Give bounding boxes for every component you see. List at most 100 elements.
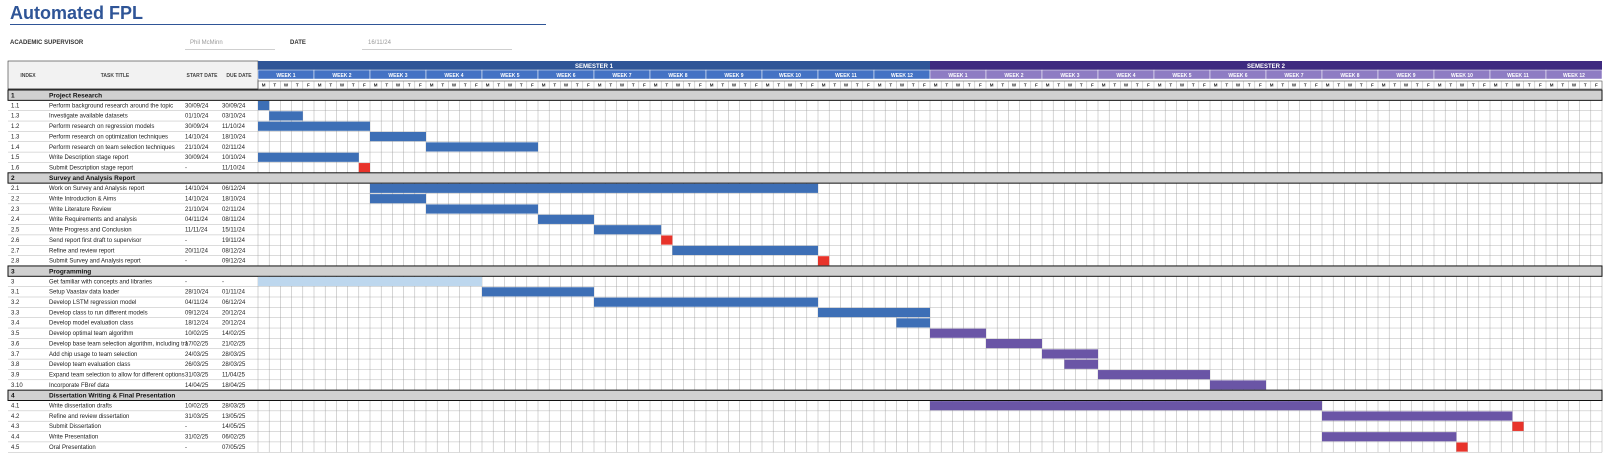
- task-due-date[interactable]: 08/11/24: [222, 217, 246, 223]
- task-title[interactable]: Develop base team selection algorithm, i…: [49, 341, 189, 347]
- task-title[interactable]: Write dissertation drafts: [49, 404, 112, 410]
- task-bar[interactable]: [896, 318, 930, 328]
- task-due-date[interactable]: 11/10/24: [222, 165, 246, 171]
- task-start-date[interactable]: 31/03/25: [185, 414, 209, 420]
- task-start-date[interactable]: 10/02/25: [185, 404, 209, 410]
- task-title[interactable]: Develop model evaluation class: [49, 321, 133, 327]
- task-start-date[interactable]: 14/10/24: [185, 134, 209, 140]
- milestone-marker[interactable]: [1456, 442, 1468, 452]
- task-title[interactable]: Develop class to run different models: [49, 310, 148, 316]
- task-start-date[interactable]: 14/04/25: [185, 383, 209, 389]
- task-start-date[interactable]: 10/02/25: [185, 331, 209, 337]
- task-title[interactable]: Refine and review dissertation: [49, 414, 129, 420]
- task-bar[interactable]: [1098, 370, 1210, 380]
- task-title[interactable]: Write Literature Review: [49, 207, 112, 213]
- task-start-date[interactable]: 21/10/24: [185, 145, 209, 151]
- task-due-date[interactable]: 07/05/25: [222, 445, 246, 451]
- task-due-date[interactable]: 02/11/24: [222, 145, 246, 151]
- task-bar[interactable]: [482, 287, 594, 297]
- task-start-date[interactable]: -: [185, 279, 187, 285]
- milestone-marker[interactable]: [661, 235, 673, 245]
- task-start-date[interactable]: -: [185, 238, 187, 244]
- task-due-date[interactable]: 06/12/24: [222, 186, 246, 192]
- task-title[interactable]: Write Progress and Conclusion: [49, 228, 132, 234]
- task-title[interactable]: Get familiar with concepts and libraries: [49, 279, 152, 285]
- task-bar[interactable]: [258, 121, 370, 131]
- task-bar[interactable]: [986, 339, 1042, 349]
- task-start-date[interactable]: 17/02/25: [185, 341, 209, 347]
- task-title[interactable]: Develop optimal team algorithm: [49, 331, 133, 337]
- task-start-date[interactable]: -: [185, 424, 187, 430]
- task-due-date[interactable]: 28/03/25: [222, 362, 246, 368]
- task-due-date[interactable]: 18/10/24: [222, 197, 246, 203]
- task-title[interactable]: Send report first draft to supervisor: [49, 238, 141, 244]
- task-start-date[interactable]: 04/11/24: [185, 217, 209, 223]
- task-title[interactable]: Oral Presentation: [49, 445, 96, 451]
- task-title[interactable]: Submit Description stage report: [49, 165, 133, 171]
- task-bar[interactable]: [672, 245, 818, 255]
- task-title[interactable]: Perform research on team selection techn…: [49, 145, 175, 151]
- task-start-date[interactable]: 30/09/24: [185, 155, 209, 161]
- task-bar[interactable]: [426, 142, 538, 152]
- task-title[interactable]: Add chip usage to team selection: [49, 352, 137, 358]
- task-start-date[interactable]: 28/10/24: [185, 290, 209, 296]
- task-bar[interactable]: [594, 225, 662, 235]
- task-start-date[interactable]: 11/11/24: [185, 228, 208, 234]
- task-title[interactable]: Perform background research around the t…: [49, 103, 173, 109]
- task-title[interactable]: Develop LSTM regression model: [49, 300, 136, 306]
- task-bar[interactable]: [370, 194, 426, 204]
- task-title[interactable]: Incorporate FBref data: [49, 383, 110, 389]
- task-bar[interactable]: [258, 152, 359, 162]
- task-bar[interactable]: [930, 401, 1322, 411]
- task-start-date[interactable]: 24/03/25: [185, 352, 209, 358]
- task-due-date[interactable]: 11/04/25: [222, 372, 246, 378]
- task-due-date[interactable]: 02/11/24: [222, 207, 246, 213]
- task-bar[interactable]: [818, 307, 930, 318]
- milestone-marker[interactable]: [358, 163, 370, 173]
- task-due-date[interactable]: 30/09/24: [222, 103, 246, 109]
- task-due-date[interactable]: 19/11/24: [222, 238, 246, 244]
- task-bar[interactable]: [1042, 349, 1098, 359]
- task-start-date[interactable]: -: [185, 165, 187, 171]
- task-start-date[interactable]: 14/10/24: [185, 186, 209, 192]
- task-title[interactable]: Expand team selection to allow for diffe…: [49, 372, 185, 378]
- task-title[interactable]: Setup Vaastav data loader: [49, 290, 119, 296]
- task-title[interactable]: Develop team evaluation class: [49, 362, 130, 368]
- task-start-date[interactable]: 31/03/25: [185, 372, 209, 378]
- task-title[interactable]: Write Introduction & Aims: [49, 197, 116, 203]
- task-title[interactable]: Perform research on optimization techniq…: [49, 134, 168, 140]
- task-due-date[interactable]: 28/03/25: [222, 404, 246, 410]
- task-due-date[interactable]: 20/12/24: [222, 321, 246, 327]
- task-bar[interactable]: [258, 100, 270, 111]
- task-bar[interactable]: [370, 183, 818, 193]
- task-due-date[interactable]: 28/03/25: [222, 352, 246, 358]
- task-due-date[interactable]: 03/10/24: [222, 114, 246, 120]
- task-due-date[interactable]: 10/10/24: [222, 155, 246, 161]
- task-title[interactable]: Work on Survey and Analysis report: [49, 186, 145, 192]
- task-due-date[interactable]: 20/12/24: [222, 310, 246, 316]
- task-title[interactable]: Submit Survey and Analysis report: [49, 259, 141, 265]
- task-due-date[interactable]: 01/11/24: [222, 290, 246, 296]
- task-bar[interactable]: [538, 214, 594, 224]
- task-due-date[interactable]: 13/05/25: [222, 414, 246, 420]
- task-title[interactable]: Write Description stage report: [49, 155, 129, 161]
- task-bar[interactable]: [370, 132, 426, 142]
- task-title[interactable]: Submit Dissertation: [49, 424, 101, 430]
- task-start-date[interactable]: 30/09/24: [185, 124, 209, 130]
- task-bar[interactable]: [930, 328, 986, 338]
- task-start-date[interactable]: 18/12/24: [185, 321, 209, 327]
- task-title[interactable]: Investigate available datasets: [49, 114, 128, 120]
- task-start-date[interactable]: 20/11/24: [185, 248, 209, 254]
- task-due-date[interactable]: 14/05/25: [222, 424, 246, 430]
- task-start-date[interactable]: -: [185, 259, 187, 265]
- task-due-date[interactable]: 08/12/24: [222, 248, 246, 254]
- task-bar[interactable]: [269, 111, 303, 121]
- task-start-date[interactable]: 09/12/24: [185, 310, 209, 316]
- task-due-date[interactable]: -: [222, 279, 224, 285]
- task-due-date[interactable]: 11/10/24: [222, 124, 246, 130]
- task-bar[interactable]: [1322, 432, 1457, 442]
- task-start-date[interactable]: 21/10/24: [185, 207, 209, 213]
- task-bar[interactable]: [426, 204, 538, 214]
- task-due-date[interactable]: 09/12/24: [222, 259, 246, 265]
- task-due-date[interactable]: 15/11/24: [222, 228, 246, 234]
